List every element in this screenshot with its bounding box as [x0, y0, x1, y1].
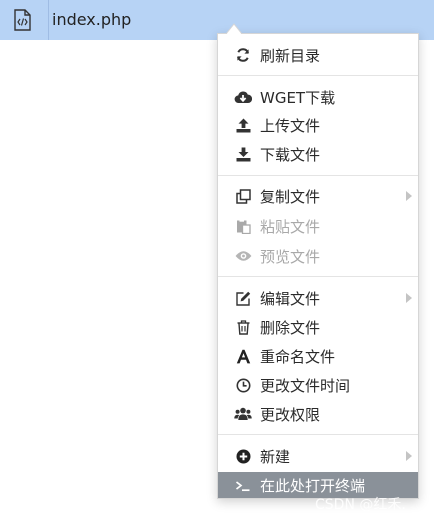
menu-item-change-time[interactable]: 更改文件时间 — [218, 372, 418, 398]
menu-item-change-permissions[interactable]: 更改权限 — [218, 401, 418, 427]
watermark-text: CSDN @红禾. — [315, 497, 406, 513]
menu-item-delete[interactable]: 删除文件 — [218, 314, 418, 340]
upload-icon — [234, 116, 252, 134]
edit-icon — [234, 289, 252, 307]
menu-item-edit[interactable]: 编辑文件 — [218, 285, 418, 311]
clock-icon — [234, 376, 252, 394]
menu-separator — [218, 175, 418, 176]
trash-icon — [234, 318, 252, 336]
menu-item-download[interactable]: 下载文件 — [218, 141, 418, 167]
paste-icon — [234, 217, 252, 235]
plus-circle-icon — [234, 447, 252, 465]
menu-separator — [218, 75, 418, 76]
refresh-icon — [234, 46, 252, 64]
submenu-arrow-icon — [406, 451, 412, 461]
submenu-arrow-icon — [406, 191, 412, 201]
menu-separator — [218, 434, 418, 435]
context-menu: 刷新目录 WGET下载 上传文件 下载文件 复制文件 粘贴文件 预览文件 编辑文… — [217, 33, 419, 499]
menu-item-rename[interactable]: 重命名文件 — [218, 343, 418, 369]
download-icon — [234, 145, 252, 163]
submenu-arrow-icon — [406, 293, 412, 303]
cloud-download-icon — [234, 88, 252, 106]
menu-item-refresh[interactable]: 刷新目录 — [218, 42, 418, 68]
terminal-icon — [234, 476, 252, 494]
menu-separator — [218, 276, 418, 277]
eye-icon — [234, 247, 252, 265]
menu-item-preview[interactable]: 预览文件 — [218, 243, 418, 269]
font-icon — [234, 347, 252, 365]
menu-item-upload[interactable]: 上传文件 — [218, 112, 418, 138]
php-file-icon — [12, 9, 32, 31]
menu-item-new[interactable]: 新建 — [218, 443, 418, 469]
users-icon — [234, 405, 252, 423]
column-divider — [48, 0, 49, 40]
menu-item-wget-download[interactable]: WGET下载 — [218, 84, 418, 110]
menu-item-copy[interactable]: 复制文件 — [218, 183, 418, 209]
copy-icon — [234, 187, 252, 205]
menu-caret-icon — [226, 23, 242, 34]
menu-item-paste[interactable]: 粘贴文件 — [218, 213, 418, 239]
file-name: index.php — [52, 10, 132, 29]
